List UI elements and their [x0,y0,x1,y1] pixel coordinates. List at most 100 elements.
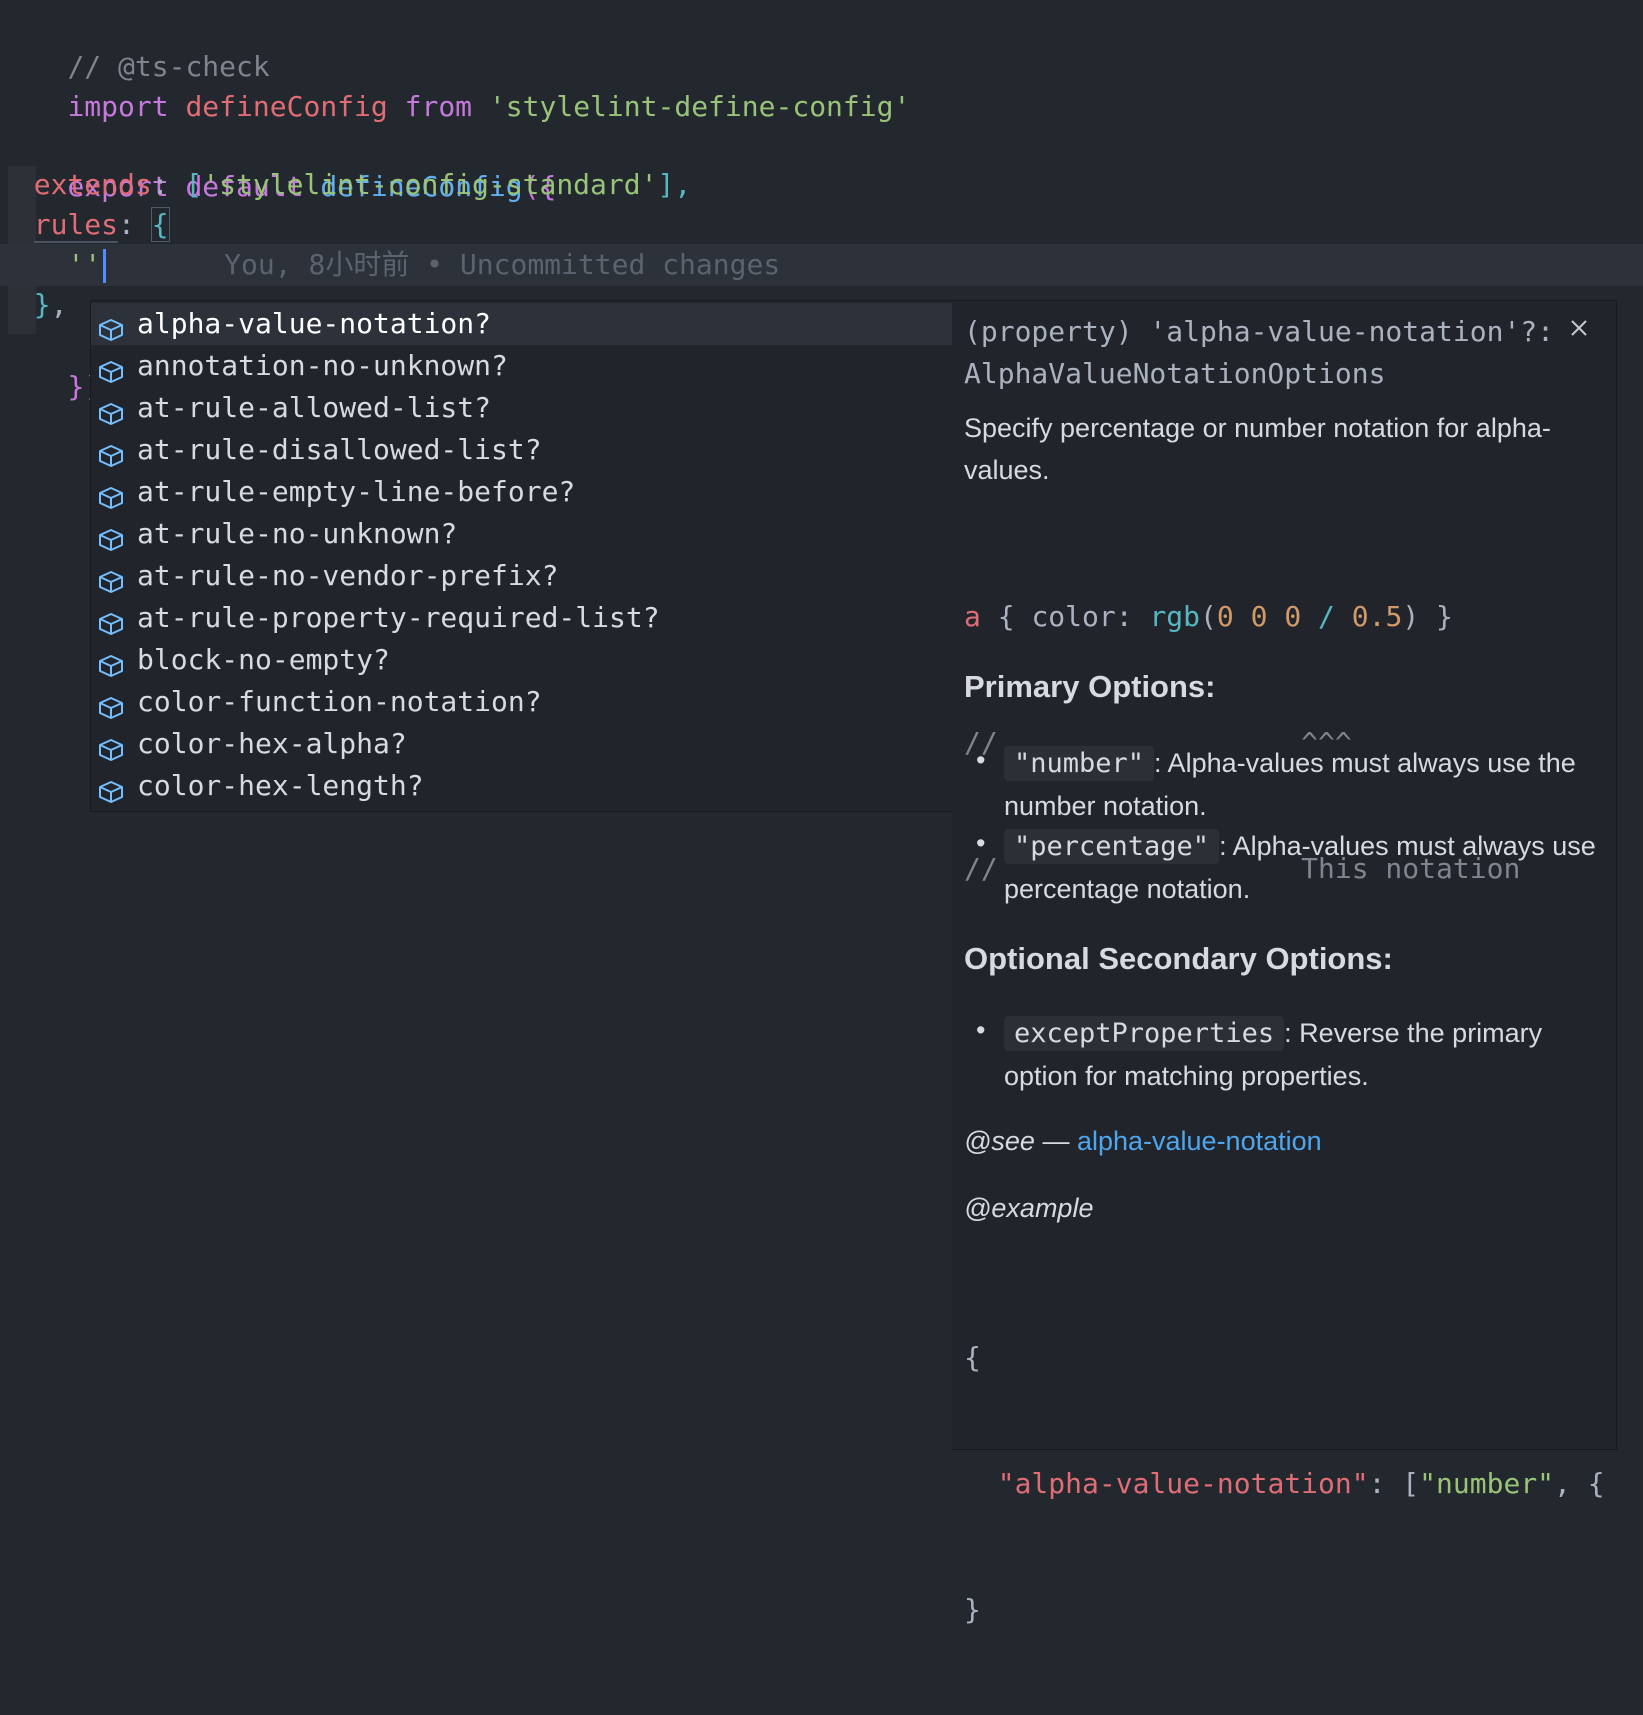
suggestion-item[interactable]: color-hex-alpha? [91,723,953,765]
suggestion-item[interactable]: annotation-no-unknown? [91,345,953,387]
extends-property: extends [33,168,152,201]
css-prop: color [1031,600,1116,633]
from-keyword: from [404,90,473,123]
brace: } [1419,600,1453,633]
num: 0 [1250,600,1268,633]
see-line: @see — alpha-value-notation [964,1120,1604,1162]
suggestion-label: at-rule-empty-line-before? [137,475,576,508]
rgb-fn: rgb [1149,600,1201,633]
secondary-options-heading: Optional Secondary Options: [964,941,1393,976]
colon: : [118,208,135,241]
example-label: @example [964,1193,1094,1223]
description-text: Specify percentage or number notation fo… [964,413,1551,485]
suggestion-label: color-hex-length? [137,769,424,802]
rules-property: rules [33,208,119,243]
slash: / [1318,600,1335,633]
selector-a: a [964,600,981,633]
import-keyword: import [67,90,169,123]
suggestion-item[interactable]: block-no-empty? [91,639,953,681]
suggestion-item[interactable]: at-rule-empty-line-before? [91,471,953,513]
suggestion-label: annotation-no-unknown? [137,349,508,382]
example-rest: , { [1554,1467,1605,1500]
see-label: @see [964,1126,1035,1156]
colon: : [151,168,169,201]
typed-quotes: '' [67,248,102,281]
option-number: "number": Alpha-values must always use t… [1004,742,1604,827]
cube-icon [97,312,125,341]
property-signature: (property) 'alpha-value-notation'?: Alph… [964,311,1564,395]
cube-icon [97,564,125,593]
array-open: [ [185,168,203,201]
suggestion-item[interactable]: at-rule-allowed-list? [91,387,953,429]
code-line-6: rules: { [0,204,1643,246]
alpha-num: 0.5 [1351,600,1403,633]
cube-icon [97,732,125,761]
suggestion-item[interactable]: at-rule-no-vendor-prefix? [91,555,953,597]
suggestion-item[interactable]: alpha-value-notation? [91,303,953,345]
cube-icon [97,522,125,551]
option-code: "percentage" [1004,829,1220,864]
option-code: "number" [1004,746,1155,781]
cube-icon [97,480,125,509]
code-line-7-current[interactable]: '' You, 8小时前 • Uncommitted changes [0,244,1643,286]
suggestion-item[interactable]: at-rule-property-required-list? [91,597,953,639]
code-line-2: import defineConfig from 'stylelint-defi… [0,44,1643,123]
suggestion-label: at-rule-property-required-list? [137,601,660,634]
suggestion-label: at-rule-disallowed-list? [137,433,542,466]
example-key: "alpha-value-notation" [997,1467,1369,1500]
cube-icon [97,606,125,635]
module-string: 'stylelint-define-config' [488,90,911,123]
bullet: • [976,745,986,775]
suggestion-item[interactable]: at-rule-disallowed-list? [91,429,953,471]
import-identifier: defineConfig [185,90,388,123]
suggestion-details-panel: (property) 'alpha-value-notation'?: Alph… [952,300,1617,1626]
paren: ( [1200,600,1217,633]
close-icon[interactable] [1566,315,1592,341]
rules-close-brace: } [33,288,51,321]
signature-type: AlphaValueNotationOptions [964,357,1386,390]
cube-icon [97,396,125,425]
see-link[interactable]: alpha-value-notation [1077,1126,1322,1156]
code-line-1: // @ts-check [0,4,1643,83]
option-percentage: "percentage": Alpha-values must always u… [1004,825,1604,910]
example-code: { "alpha-value-notation": ["number", { } [964,1253,1614,1715]
extends-value: 'stylelint-config-standard' [202,168,658,201]
suggestion-item[interactable]: at-rule-no-unknown? [91,513,953,555]
see-dash: — [1034,1126,1077,1156]
text-cursor [103,249,107,283]
suggestion-label: at-rule-no-vendor-prefix? [137,559,559,592]
signature-line: (property) 'alpha-value-notation'?: [964,315,1555,348]
suggestion-label: block-no-empty? [137,643,390,676]
brace: { [980,600,1032,633]
example-close-brace: } [964,1593,981,1626]
example-colon: : [ [1368,1467,1420,1500]
suggestion-item[interactable]: color-function-notation? [91,681,953,723]
comma: , [50,288,68,321]
suggestion-label: color-hex-alpha? [137,727,407,760]
cube-icon [97,648,125,677]
bullet: • [976,828,986,858]
num: 0 [1216,600,1234,633]
bullet: • [976,1015,986,1045]
suggestion-label: alpha-value-notation? [137,307,492,340]
suggestion-label: at-rule-allowed-list? [137,391,492,424]
code-line-4: export default defineConfig({ [0,124,1643,203]
rules-open-brace: { [150,207,170,242]
suggestion-label: color-function-notation? [137,685,542,718]
num: 0 [1284,600,1302,633]
option-code: exceptProperties [1004,1016,1285,1051]
cube-icon [97,774,125,803]
cube-icon [97,690,125,719]
array-close: ], [657,168,692,201]
git-blame-annotation: You, 8小时前 • Uncommitted changes [224,248,781,281]
suggestion-label: at-rule-no-unknown? [137,517,458,550]
suggestion-item[interactable]: color-hex-length? [91,765,953,807]
code-line-5: extends: ['stylelint-config-standard'], [0,164,1643,206]
css-colon: : [1115,600,1150,633]
cube-icon [97,438,125,467]
autocomplete-list[interactable]: alpha-value-notation? annotation-no-unkno… [90,300,954,812]
example-value: "number" [1419,1467,1555,1500]
option-except-properties: exceptProperties: Reverse the primary op… [1004,1012,1604,1097]
primary-options-heading: Primary Options: [964,669,1216,704]
example-open-brace: { [964,1341,981,1374]
